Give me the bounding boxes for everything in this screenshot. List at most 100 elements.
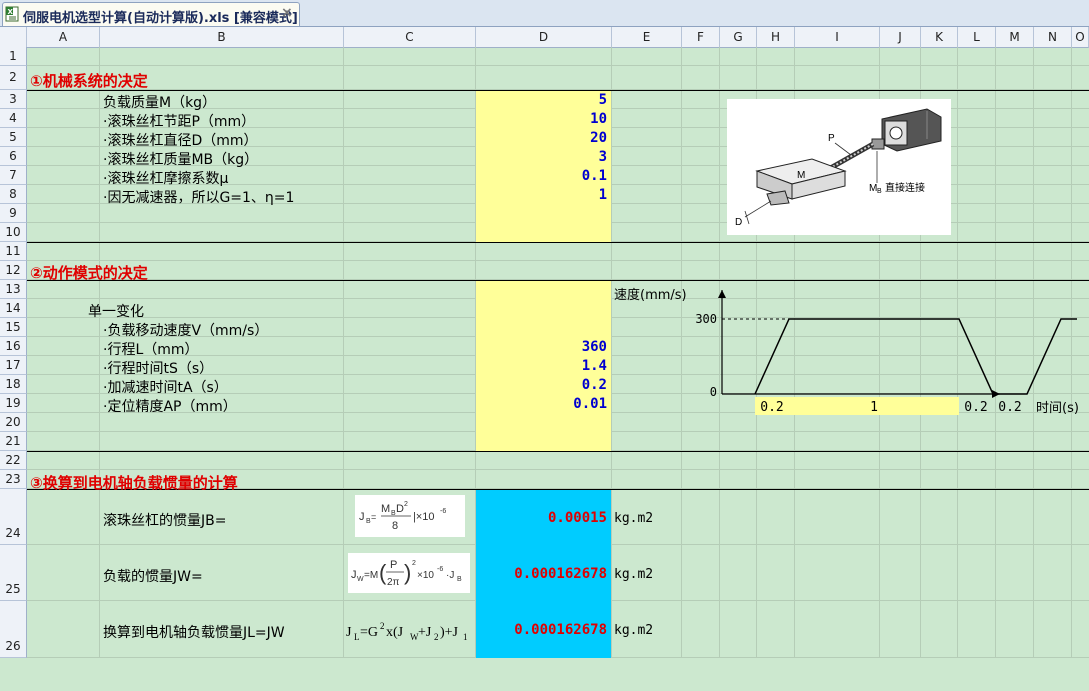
row-header-23[interactable]: 23 <box>0 470 27 489</box>
svg-text:J: J <box>359 511 365 523</box>
row-header-7[interactable]: 7 <box>0 166 27 185</box>
row-header-12[interactable]: 12 <box>0 261 27 280</box>
row-header-16[interactable]: 16 <box>0 337 27 356</box>
row-header-1[interactable]: 1 <box>0 47 27 66</box>
cell-label-screw-mass: ·滚珠丝杠质量MB（kg） <box>103 149 258 169</box>
column-header-h[interactable]: H <box>757 27 795 48</box>
cell-value-load-mass[interactable]: 5 <box>476 92 607 108</box>
cell-label-diameter: ·滚珠丝杠直径D（mm） <box>103 130 258 150</box>
row-header-25[interactable]: 25 <box>0 545 27 601</box>
cell-value-accuracy[interactable]: 0.01 <box>476 396 607 412</box>
cell-label-stroke-time: ·行程时间tS（s） <box>103 358 213 378</box>
figure-label-mb-sub: B <box>877 188 882 195</box>
cell-value-jw[interactable]: 0.000162678 <box>476 566 607 582</box>
column-header-o[interactable]: O <box>1072 27 1089 48</box>
column-header-e[interactable]: E <box>612 27 682 48</box>
svg-text:(: ( <box>379 560 387 585</box>
column-header-n[interactable]: N <box>1034 27 1072 48</box>
column-header-i[interactable]: I <box>795 27 880 48</box>
svg-text:2π: 2π <box>387 577 400 588</box>
cell-unit-jw: kg.m2 <box>614 567 653 582</box>
row-header-20[interactable]: 20 <box>0 413 27 432</box>
cell-value-pitch[interactable]: 10 <box>476 111 607 127</box>
cell-value-accel-time[interactable]: 0.2 <box>476 377 607 393</box>
svg-text:=: = <box>371 512 376 522</box>
svg-text:x(J: x(J <box>386 625 404 640</box>
cell-value-friction[interactable]: 0.1 <box>476 168 607 184</box>
svg-text:8: 8 <box>392 520 398 532</box>
row-header-18[interactable]: 18 <box>0 375 27 394</box>
grid-line <box>681 47 682 658</box>
grid-line <box>1071 47 1072 658</box>
column-header-m[interactable]: M <box>996 27 1034 48</box>
column-header-k[interactable]: K <box>921 27 958 48</box>
row-header-22[interactable]: 22 <box>0 451 27 470</box>
formula-jl-cell: J L =G 2 x(J W +J 2 )+J 1 <box>346 621 472 643</box>
column-header-a[interactable]: A <box>27 27 100 48</box>
row-header-9[interactable]: 9 <box>0 204 27 223</box>
cell-label-mode: 单一变化 <box>88 301 144 321</box>
cell-label-accel-time: ·加减速时间tA（s） <box>103 377 228 397</box>
cell-unit-jb: kg.m2 <box>614 511 653 526</box>
ball-screw-illustration: P M D M B 直接连接 <box>727 99 951 235</box>
figure-label-direct: 直接连接 <box>885 181 925 194</box>
svg-text:D: D <box>396 503 404 515</box>
row-header-6[interactable]: 6 <box>0 147 27 166</box>
section-border <box>27 242 1089 243</box>
column-header-g[interactable]: G <box>720 27 757 48</box>
formula-jb: J B = M B D 2 8 |×10 -6 <box>355 495 465 537</box>
section-border <box>27 280 1089 281</box>
section-title-mechanical: ①机械系统的决定 <box>30 70 148 91</box>
ball-screw-diagram[interactable]: P M D M B 直接连接 <box>727 99 951 235</box>
cell-label-friction: ·滚珠丝杠摩擦系数μ <box>103 168 228 188</box>
row-header-14[interactable]: 14 <box>0 299 27 318</box>
cell-value-stroke-time[interactable]: 1.4 <box>476 358 607 374</box>
section-border <box>27 451 1089 452</box>
close-icon[interactable]: × <box>281 5 293 21</box>
cell-value-stroke[interactable]: 360 <box>476 339 607 355</box>
column-header-f[interactable]: F <box>682 27 720 48</box>
row-header-17[interactable]: 17 <box>0 356 27 375</box>
workbook-tab[interactable]: X 伺服电机选型计算(自动计算版).xls [兼容模式] × <box>2 2 300 26</box>
row-header-13[interactable]: 13 <box>0 280 27 299</box>
svg-text:M: M <box>381 503 390 515</box>
column-header-b[interactable]: B <box>100 27 344 48</box>
row-header-8[interactable]: 8 <box>0 185 27 204</box>
svg-text:J: J <box>351 569 357 581</box>
y-tick-label: 0 <box>710 385 717 399</box>
grid-line <box>99 47 100 658</box>
grid-line <box>957 47 958 658</box>
cell-value-diameter[interactable]: 20 <box>476 130 607 146</box>
row-header-2[interactable]: 2 <box>0 66 27 90</box>
row-header-21[interactable]: 21 <box>0 432 27 451</box>
row-header-26[interactable]: 26 <box>0 601 27 658</box>
column-header-d[interactable]: D <box>476 27 612 48</box>
column-header-c[interactable]: C <box>344 27 476 48</box>
svg-text:×10: ×10 <box>417 570 434 581</box>
row-header-3[interactable]: 3 <box>0 90 27 109</box>
cell-value-jb[interactable]: 0.00015 <box>476 510 607 526</box>
chart-ylabel: 速度(mm/s) <box>614 284 687 303</box>
formula-jw: J W =M ( P 2π ) 2 ×10 -6 ·J B <box>348 553 470 593</box>
row-header-11[interactable]: 11 <box>0 242 27 261</box>
cell-label-load-mass: 负载质量M（kg） <box>103 92 216 112</box>
excel-file-icon: X <box>5 6 20 22</box>
svg-text:): ) <box>404 560 411 585</box>
svg-text:L: L <box>354 632 360 642</box>
column-header-j[interactable]: J <box>880 27 921 48</box>
svg-text:P: P <box>390 559 397 571</box>
row-header-15[interactable]: 15 <box>0 318 27 337</box>
row-header-4[interactable]: 4 <box>0 109 27 128</box>
row-header-10[interactable]: 10 <box>0 223 27 242</box>
cell-value-gear[interactable]: 1 <box>476 187 607 203</box>
select-all-corner[interactable] <box>0 27 27 48</box>
cell-value-jl[interactable]: 0.000162678 <box>476 622 607 638</box>
cell-value-screw-mass[interactable]: 3 <box>476 149 607 165</box>
row-header-5[interactable]: 5 <box>0 128 27 147</box>
column-header-l[interactable]: L <box>958 27 996 48</box>
svg-text:)+J: )+J <box>440 625 459 640</box>
row-header-24[interactable]: 24 <box>0 489 27 545</box>
cell-label-gear: ·因无减速器，所以G=1、η=1 <box>103 187 294 207</box>
svg-text:·J: ·J <box>446 570 454 581</box>
row-header-19[interactable]: 19 <box>0 394 27 413</box>
